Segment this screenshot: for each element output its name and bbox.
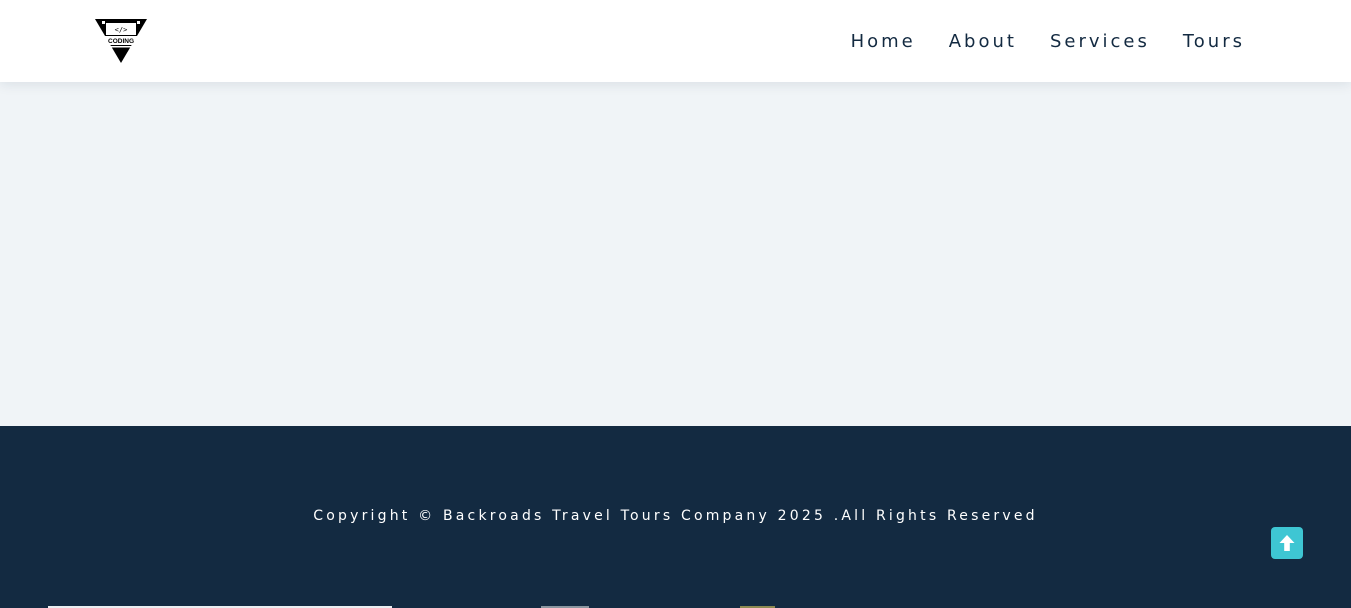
nav-item-tours: Tours [1183, 31, 1351, 52]
nav-link-home[interactable]: Home [851, 31, 916, 52]
nav-item-home: Home [851, 31, 949, 52]
arrow-up-icon [1279, 535, 1295, 551]
nav-link-tours[interactable]: Tours [1183, 31, 1245, 52]
nav-link-services[interactable]: Services [1050, 31, 1150, 52]
svg-text:CODING: CODING [108, 38, 134, 45]
scroll-top-button[interactable] [1271, 527, 1303, 559]
main-content [0, 82, 1351, 426]
nav-link-about[interactable]: About [949, 31, 1017, 52]
nav-item-services: Services [1050, 31, 1183, 52]
nav-menu: Home About Services Tours [851, 0, 1351, 82]
footer: Copyright © Backroads Travel Tours Compa… [0, 426, 1351, 608]
coding-logo-icon[interactable]: </> CODING [95, 19, 147, 65]
copyright-text: Copyright © Backroads Travel Tours Compa… [313, 508, 1038, 524]
svg-text:</>: </> [115, 26, 128, 34]
navbar: </> CODING Home About Services Tours [0, 0, 1351, 82]
nav-item-about: About [949, 31, 1050, 52]
